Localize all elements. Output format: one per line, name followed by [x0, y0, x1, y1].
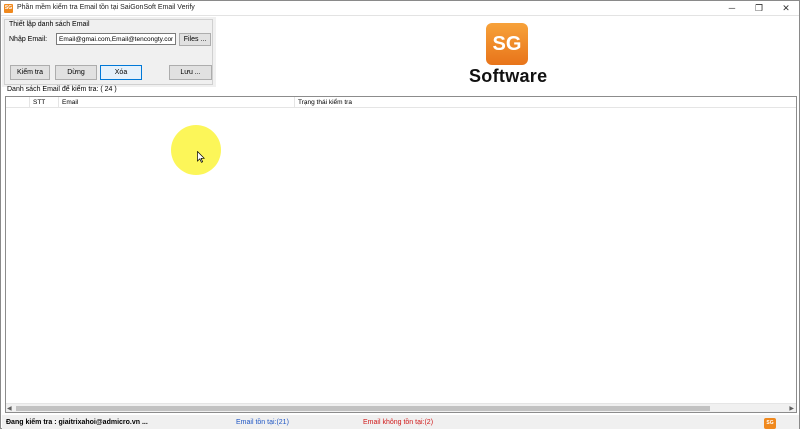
logo-text: Software — [469, 66, 548, 86]
files-button[interactable]: Files ... — [179, 33, 211, 46]
column-header-stt[interactable]: STT — [30, 97, 59, 108]
email-input[interactable] — [56, 33, 176, 45]
list-header: STT Email Trạng thái kiểm tra — [6, 97, 796, 108]
group-title: Thiết lập danh sách Email — [9, 21, 90, 28]
email-label: Nhập Email: — [9, 36, 48, 43]
scroll-right-icon[interactable]: ▶ — [789, 405, 794, 412]
not-exist-count: Email không tồn tại:(2) — [363, 419, 434, 426]
delete-button[interactable]: Xóa — [100, 65, 142, 80]
mouse-cursor-icon — [197, 151, 205, 163]
status-bar: Đang kiểm tra : giaitrixahoi@admicro.vn … — [2, 415, 799, 429]
email-list-view[interactable]: STT Email Trạng thái kiểm tra ◀ ▶ — [5, 96, 797, 413]
app-window: SG Phần mềm kiểm tra Email tồn tại SaiGo… — [0, 0, 800, 429]
current-check-status: Đang kiểm tra : giaitrixahoi@admicro.vn … — [6, 419, 148, 426]
maximize-button[interactable]: ❐ — [746, 1, 772, 16]
column-header-blank[interactable] — [6, 97, 30, 108]
cursor-highlight — [171, 125, 221, 175]
column-header-email[interactable]: Email — [59, 97, 295, 108]
logo-area: SG Software — [216, 17, 799, 87]
title-bar: SG Phần mềm kiểm tra Email tồn tại SaiGo… — [1, 1, 799, 16]
horizontal-scrollbar[interactable]: ◀ ▶ — [6, 403, 796, 412]
save-button[interactable]: Lưu ... — [169, 65, 212, 80]
scroll-thumb[interactable] — [16, 406, 710, 411]
email-list-settings-group: Thiết lập danh sách Email Nhập Email: Fi… — [4, 19, 213, 85]
check-button[interactable]: Kiểm tra — [10, 65, 50, 80]
scroll-left-icon[interactable]: ◀ — [7, 405, 12, 412]
sg-logo-icon: SG — [486, 23, 528, 65]
exist-count: Email tồn tại:(21) — [236, 419, 289, 426]
settings-panel: Thiết lập danh sách Email Nhập Email: Fi… — [2, 17, 799, 87]
list-caption: Danh sách Email để kiểm tra: ( 24 ) — [7, 86, 117, 93]
close-button[interactable]: ✕ — [773, 1, 799, 16]
minimize-button[interactable]: ─ — [719, 1, 745, 16]
app-icon: SG — [4, 4, 13, 13]
stop-button[interactable]: Dừng — [55, 65, 97, 80]
window-title: Phần mềm kiểm tra Email tồn tại SaiGonSo… — [17, 4, 195, 11]
column-header-status[interactable]: Trạng thái kiểm tra — [295, 97, 435, 108]
tray-logo-icon: SG — [764, 418, 776, 429]
